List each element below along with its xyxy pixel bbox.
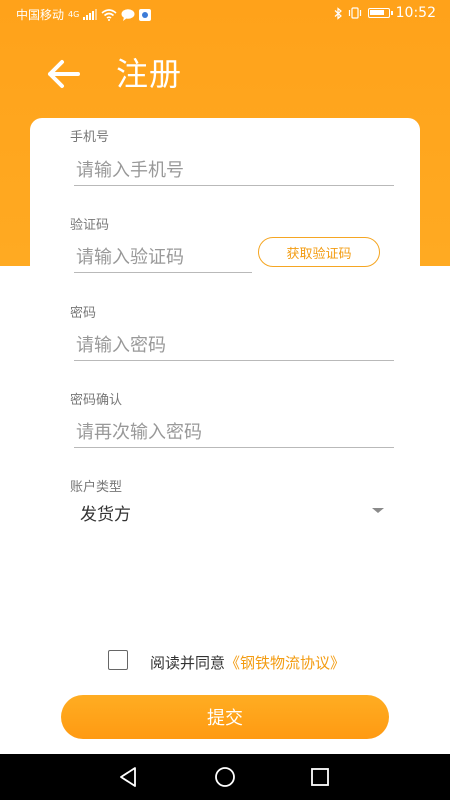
code-label: 验证码	[70, 218, 110, 233]
phone-input[interactable]	[74, 156, 394, 186]
page-title: 注册	[116, 55, 183, 93]
message-icon	[121, 8, 135, 21]
triangle-back-icon	[120, 767, 136, 787]
phone-label: 手机号	[70, 130, 110, 145]
status-time: 10:52	[395, 5, 436, 21]
password-confirm-label: 密码确认	[70, 393, 123, 408]
square-recent-icon	[311, 768, 329, 786]
submit-button[interactable]: 提交	[61, 695, 389, 739]
register-form-card: 手机号 验证码 获取验证码 密码 密码确认 账户类型 发货方	[30, 118, 420, 618]
agreement-checkbox[interactable]	[108, 650, 128, 670]
agreement-link[interactable]: 《钢铁物流协议》	[225, 654, 345, 672]
battery-icon	[367, 8, 393, 18]
app-notification-icon	[139, 8, 152, 21]
system-nav-bar	[0, 754, 450, 800]
status-right: 10:52	[334, 5, 436, 21]
password-label: 密码	[70, 306, 97, 321]
battery-fill	[369, 10, 384, 15]
password-input[interactable]	[74, 331, 394, 361]
back-button[interactable]	[44, 54, 84, 94]
nav-back-button[interactable]	[98, 754, 158, 800]
status-bar: 中国移动 4G 10:52	[0, 0, 450, 28]
nav-home-button[interactable]	[195, 754, 255, 800]
account-type-label: 账户类型	[70, 480, 123, 495]
get-code-button[interactable]: 获取验证码	[258, 237, 380, 267]
status-left: 中国移动 4G	[16, 6, 152, 23]
vibrate-icon	[348, 7, 361, 19]
carrier-name: 中国移动	[16, 8, 65, 22]
bluetooth-icon	[334, 6, 342, 20]
account-type-select[interactable]: 发货方	[74, 498, 384, 526]
arrow-left-icon	[48, 60, 80, 88]
network-type: 4G	[68, 9, 80, 19]
password-confirm-input[interactable]	[74, 418, 394, 448]
signal-icon	[83, 9, 98, 20]
agreement-text: 阅读并同意《钢铁物流协议》	[150, 652, 345, 673]
app-header: 注册	[0, 40, 450, 110]
account-type-value: 发货方	[80, 505, 131, 525]
verification-code-input[interactable]	[74, 243, 252, 273]
dropdown-arrow-icon	[372, 508, 384, 513]
register-screen: 中国移动 4G 10:52 注册 手机号 请输入手机号 验证码 请输入验证码 获…	[0, 0, 450, 800]
circle-home-icon	[215, 767, 235, 787]
nav-recent-button[interactable]	[290, 754, 350, 800]
agreement-prefix: 阅读并同意	[150, 654, 226, 672]
wifi-icon	[101, 8, 117, 21]
